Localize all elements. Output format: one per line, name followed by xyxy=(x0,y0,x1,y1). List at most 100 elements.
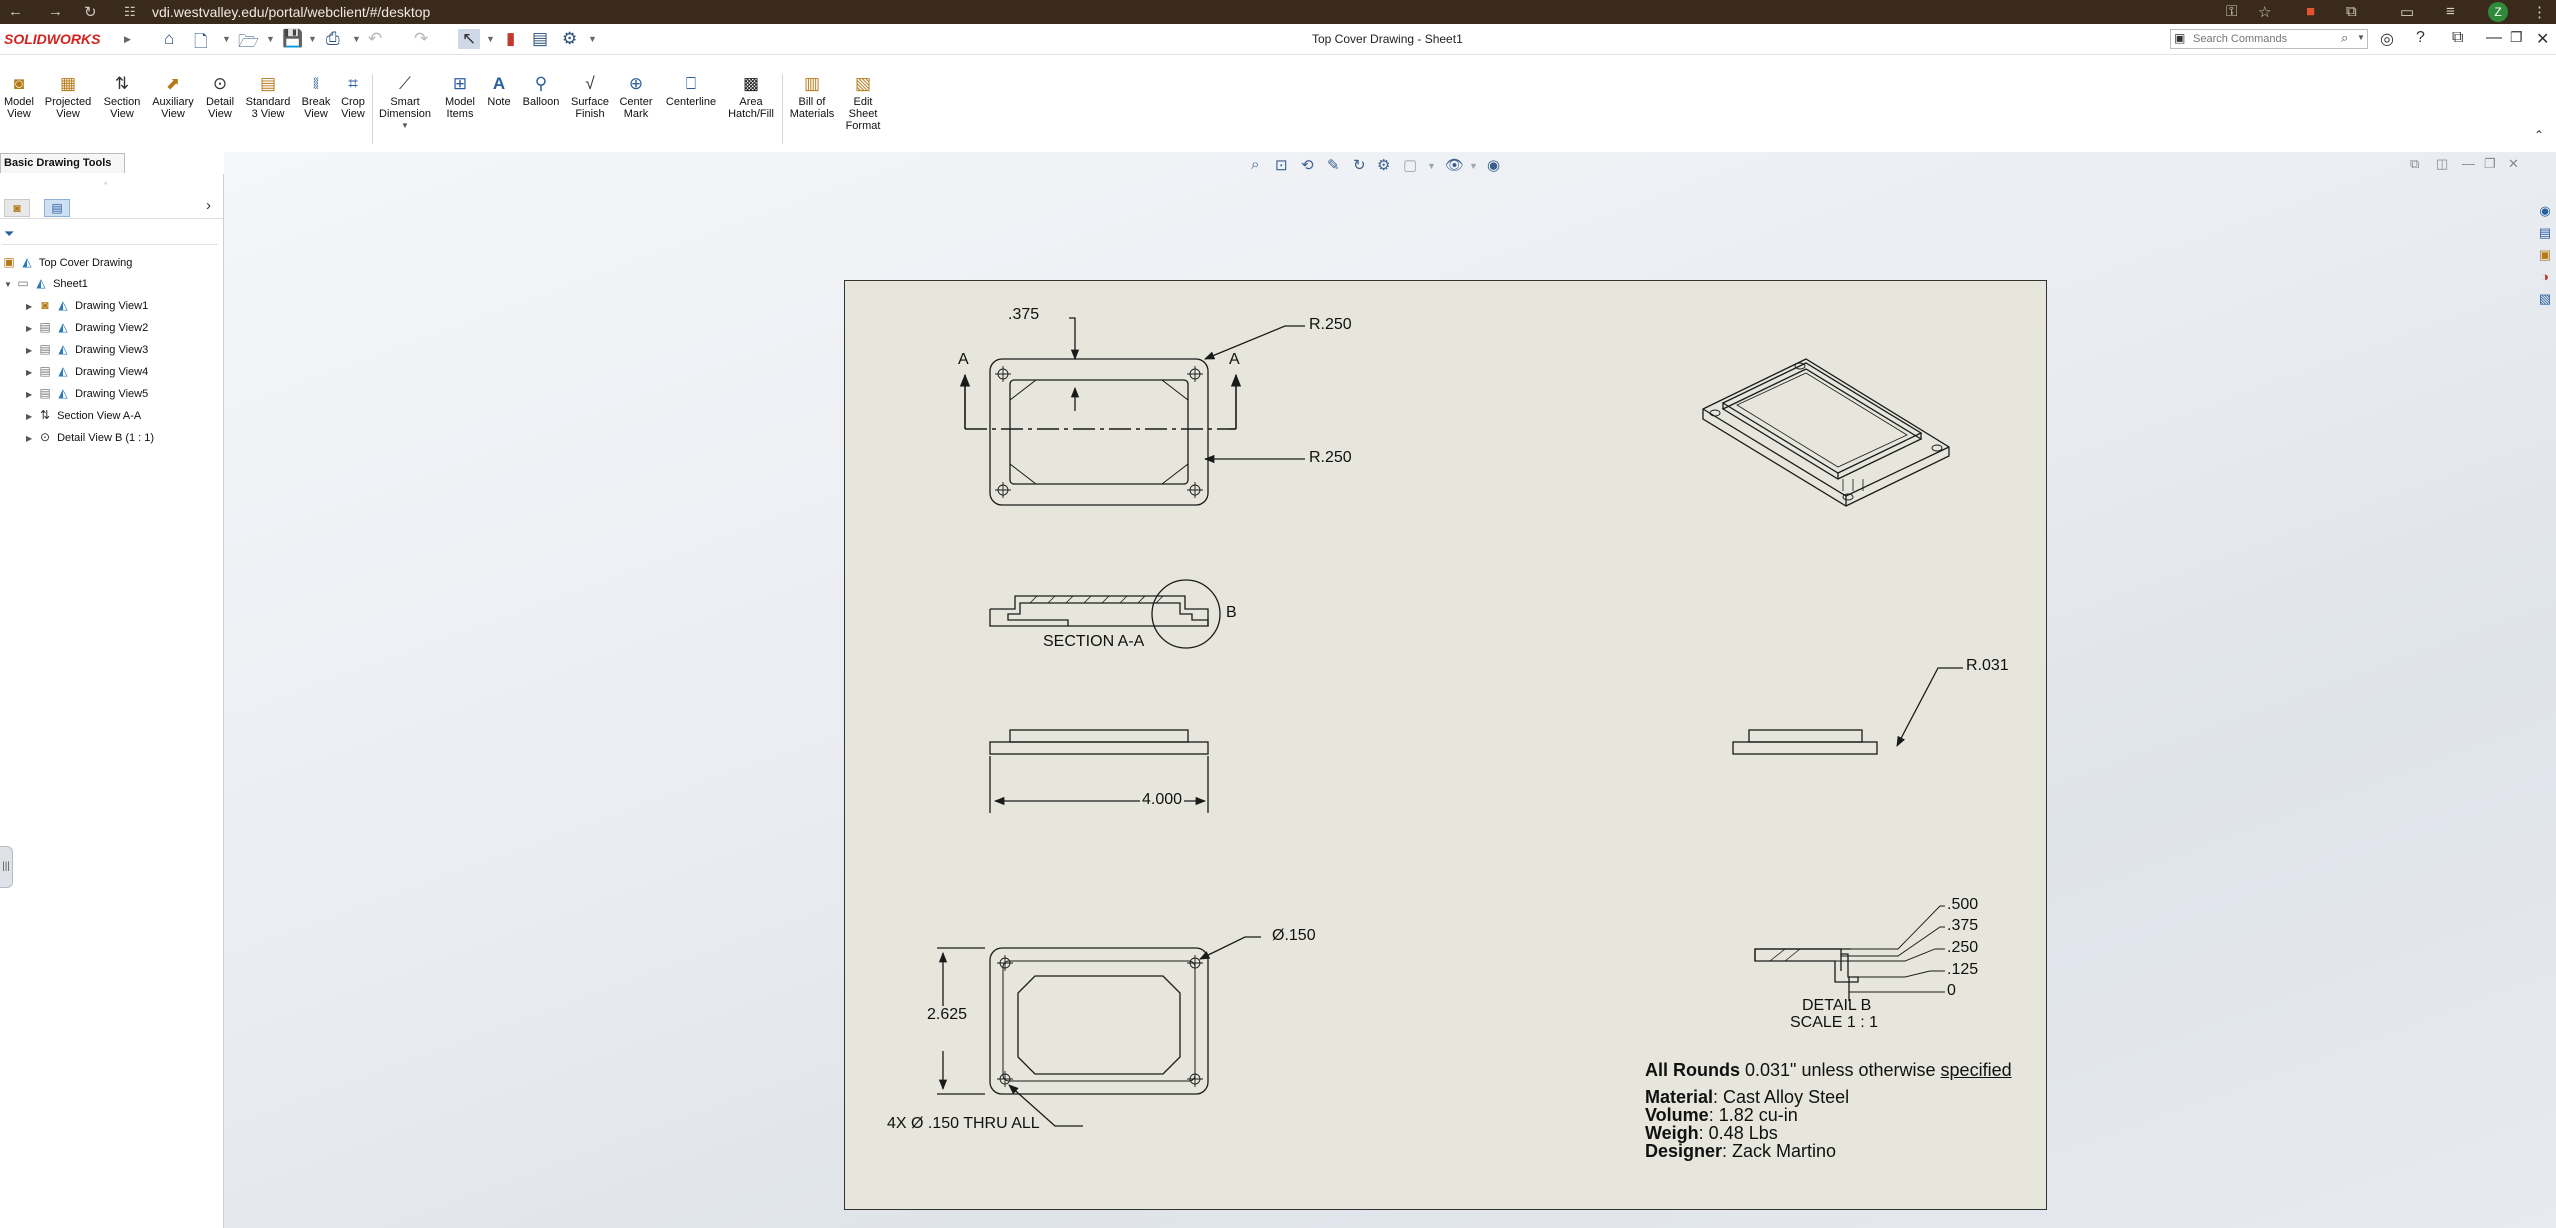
expand-arrow-icon[interactable]: ▶ xyxy=(26,297,36,317)
save-icon[interactable]: 💾 xyxy=(282,29,303,49)
viewport-restore-icon[interactable]: ❐ xyxy=(2484,156,2496,172)
restore-window-icon[interactable]: ❐ xyxy=(2510,29,2523,46)
smart-dimension-dropdown-icon[interactable]: ▼ xyxy=(376,120,434,132)
home-icon[interactable]: ⌂ xyxy=(164,29,174,49)
edit-sheet-format-button[interactable]: ▧ Edit Sheet Format xyxy=(840,74,886,132)
panel-grip-icon[interactable]: ◦ xyxy=(104,178,107,188)
section-letter-right[interactable]: A xyxy=(1229,351,1240,369)
section-view-label[interactable]: SECTION A-A xyxy=(1043,633,1144,651)
expand-arrow-icon[interactable]: ▶ xyxy=(26,341,36,361)
expand-arrow-icon[interactable]: ▶ xyxy=(26,385,36,405)
filter-funnel-icon[interactable]: ⏷ xyxy=(4,226,14,242)
minimize-icon[interactable]: — xyxy=(2486,29,2502,47)
zoom-to-area-icon[interactable]: ⊡ xyxy=(1275,156,1288,174)
custom-properties-icon[interactable]: ▧ xyxy=(2536,290,2554,308)
hide-show-dropdown-icon[interactable]: ▼ xyxy=(1469,161,1478,171)
collapse-ribbon-icon[interactable]: ⧉ xyxy=(2452,29,2463,47)
center-mark-button[interactable]: ⊕ Center Mark xyxy=(616,74,656,120)
expand-arrow-icon[interactable]: ▶ xyxy=(26,407,36,427)
ordinate-500[interactable]: .500 xyxy=(1947,896,1978,914)
appearances-icon[interactable]: ◑ xyxy=(2536,268,2554,286)
tree-item-drawing-view5[interactable]: ▶ ▤ ◭ Drawing View5 xyxy=(26,383,148,403)
front-view[interactable] xyxy=(959,317,1305,506)
redo-icon[interactable]: ↷ xyxy=(414,29,428,49)
feature-manager-tab-icon[interactable]: ◙ xyxy=(4,199,30,217)
undo-icon[interactable]: ↶ xyxy=(368,29,382,49)
expand-arrow-icon[interactable]: ▶ xyxy=(26,319,36,339)
split-view-icon[interactable]: ▭ xyxy=(2400,3,2414,21)
select-arrow-icon[interactable]: ↖ xyxy=(458,29,481,49)
bookmark-star-icon[interactable]: ☆ xyxy=(2258,3,2271,21)
password-key-icon[interactable]: ⚿ xyxy=(2226,3,2237,20)
appearance-globe-icon[interactable]: ◉ xyxy=(1487,156,1500,174)
tree-item-section-view[interactable]: ▶ ⇅ Section View A-A xyxy=(26,405,141,425)
file-properties-icon[interactable]: ▤ xyxy=(532,29,548,49)
new-dropdown-icon[interactable]: ▼ xyxy=(222,34,231,44)
side-panel-handle[interactable]: ||| xyxy=(0,846,13,888)
user-account-icon[interactable]: ◎ xyxy=(2380,29,2394,49)
menu-expand-icon[interactable]: ▶ xyxy=(124,34,131,45)
options-dropdown-icon[interactable]: ▼ xyxy=(588,34,597,44)
display-dropdown-icon[interactable]: ▼ xyxy=(1427,161,1436,171)
right-side-view[interactable] xyxy=(1732,667,1963,755)
viewport-tile-icon[interactable]: ⧉ xyxy=(2410,156,2419,172)
standard-3-view-button[interactable]: ▤ Standard 3 View xyxy=(242,74,294,120)
site-info-icon[interactable]: ☷ xyxy=(124,4,136,20)
smart-dimension-button[interactable]: ⟋ Smart Dimension ▼ xyxy=(376,74,434,132)
viewport-minimize-icon[interactable]: — xyxy=(2462,156,2475,171)
help-icon[interactable]: ? xyxy=(2416,29,2425,47)
dim-height[interactable]: 2.625 xyxy=(925,1006,970,1024)
search-input[interactable] xyxy=(2191,31,2335,47)
property-manager-tab-icon[interactable]: ▤ xyxy=(44,199,70,217)
rebuild-icon[interactable]: ▮ xyxy=(506,29,515,49)
solidworks-resources-icon[interactable]: ◉ xyxy=(2536,202,2554,220)
crop-view-button[interactable]: ⌗ Crop View xyxy=(336,74,370,120)
print-dropdown-icon[interactable]: ▼ xyxy=(352,34,361,44)
viewport-split-icon[interactable]: ◫ xyxy=(2436,156,2448,172)
view-settings-icon[interactable]: ⚙ xyxy=(1377,156,1390,174)
file-explorer-icon[interactable]: ▣ xyxy=(2536,246,2554,264)
tab-basic-drawing-tools[interactable]: Basic Drawing Tools xyxy=(0,153,125,173)
select-dropdown-icon[interactable]: ▼ xyxy=(486,34,495,44)
new-document-icon[interactable]: 🗋 xyxy=(194,29,208,58)
dim-r031[interactable]: R.031 xyxy=(1966,657,2009,675)
drawing-notes[interactable]: All Rounds 0.031" unless otherwise speci… xyxy=(1645,1061,2012,1160)
media-icon[interactable]: ≡ xyxy=(2446,3,2455,20)
expand-arrow-icon[interactable]: ▶ xyxy=(26,429,36,449)
panel-expand-arrow-icon[interactable]: › xyxy=(206,197,211,214)
tree-item-drawing-view3[interactable]: ▶ ▤ ◭ Drawing View3 xyxy=(26,339,148,359)
hide-show-items-icon[interactable]: 👁 xyxy=(1445,156,1464,174)
balloon-button[interactable]: ⚲ Balloon xyxy=(518,74,564,108)
ordinate-250[interactable]: .250 xyxy=(1947,939,1978,957)
previous-view-icon[interactable]: ⟲ xyxy=(1301,156,1314,174)
tree-item-drawing-view2[interactable]: ▶ ▤ ◭ Drawing View2 xyxy=(26,317,148,337)
dim-r250-top[interactable]: R.250 xyxy=(1309,316,1352,334)
section-letter-left[interactable]: A xyxy=(958,351,969,369)
area-hatch-button[interactable]: ▩ Area Hatch/Fill xyxy=(724,74,778,120)
expand-arrow-icon[interactable]: ▶ xyxy=(26,363,36,383)
close-window-icon[interactable]: ✕ xyxy=(2536,29,2549,49)
rotate-view-icon[interactable]: ✎ xyxy=(1327,156,1340,174)
top-view[interactable] xyxy=(937,936,1261,1127)
dim-width[interactable]: 4.000 xyxy=(1140,791,1185,809)
search-commands[interactable]: ▣ ⌕ ▼ xyxy=(2170,29,2368,49)
detail-view-b[interactable] xyxy=(1754,905,1945,1001)
ordinate-125[interactable]: .125 xyxy=(1947,961,1978,979)
note-button[interactable]: A Note xyxy=(484,74,514,108)
design-library-icon[interactable]: ▤ xyxy=(2536,224,2554,242)
ordinate-0[interactable]: 0 xyxy=(1947,982,1956,1000)
options-gear-icon[interactable]: ⚙ xyxy=(562,29,577,49)
tree-root[interactable]: ▣ ◭ Top Cover Drawing xyxy=(0,252,132,272)
print-icon[interactable]: ⎙ xyxy=(326,29,340,49)
tree-item-sheet[interactable]: ▼ ▭ ◭ Sheet1 xyxy=(4,273,88,293)
ordinate-375[interactable]: .375 xyxy=(1947,917,1978,935)
detail-view-button[interactable]: ⊙ Detail View xyxy=(202,74,238,120)
open-dropdown-icon[interactable]: ▼ xyxy=(266,34,275,44)
browser-menu-icon[interactable]: ⋮ xyxy=(2532,3,2547,21)
save-dropdown-icon[interactable]: ▼ xyxy=(308,34,317,44)
collapse-ribbon-chevron-icon[interactable]: ⌃ xyxy=(2534,128,2544,142)
surface-finish-button[interactable]: √ Surface Finish xyxy=(566,74,614,120)
centerline-button[interactable]: ⎕ Centerline xyxy=(660,74,722,108)
open-folder-icon[interactable]: 🗁 xyxy=(238,29,259,58)
address-bar[interactable]: vdi.westvalley.edu/portal/webclient/#/de… xyxy=(152,4,430,20)
